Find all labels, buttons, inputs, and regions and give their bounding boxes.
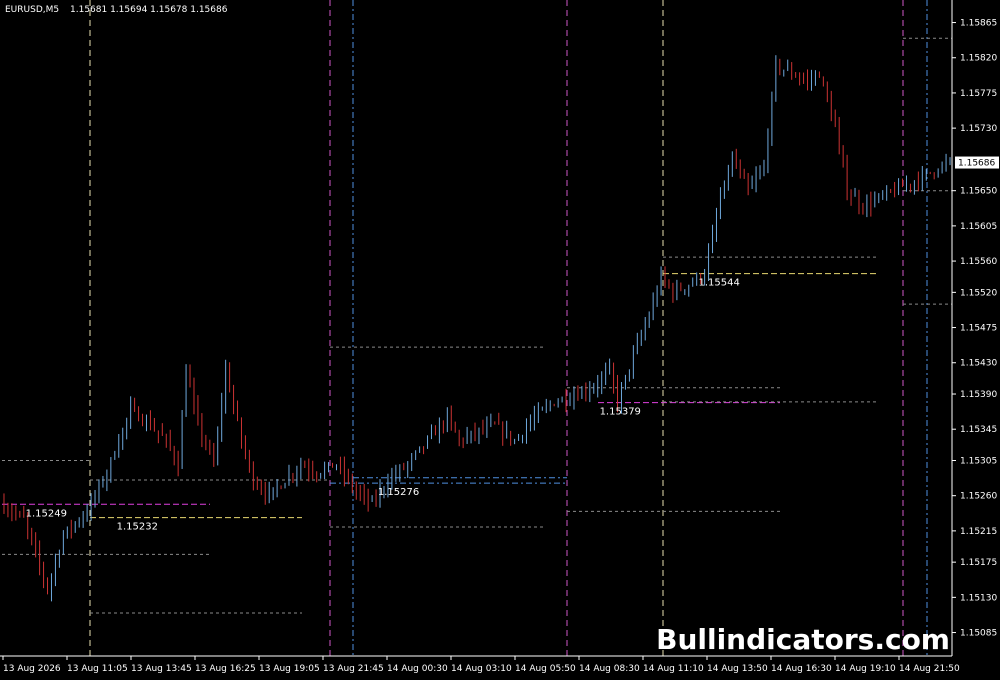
price-labels: 1.15249 1.15232 1.15276 1.15379 1.15544	[26, 278, 740, 533]
price-axis: 1.15865 1.15820 1.15775 1.15730 1.15650 1.156…	[0, 0, 999, 657]
y-tick-label: 1.15730	[960, 124, 997, 134]
x-tick-label: 14 Aug 03:10	[451, 664, 512, 674]
candles	[3, 55, 951, 602]
y-tick-label: 1.15305	[960, 456, 997, 466]
x-tick-label: 14 Aug 08:30	[579, 664, 640, 674]
x-tick-label: 14 Aug 05:50	[515, 664, 576, 674]
y-tick-label: 1.15520	[960, 288, 997, 298]
watermark-text: Bullindicators.com	[656, 623, 950, 656]
y-tick-label: 1.15475	[960, 324, 997, 334]
y-tick-label: 1.15605	[960, 222, 997, 232]
price-level-label: 1.15379	[600, 407, 641, 418]
y-tick-label: 1.15430	[960, 359, 997, 369]
x-tick-label: 13 Aug 21:45	[323, 664, 384, 674]
price-level-label: 1.15249	[26, 508, 67, 519]
symbol-label: EURUSD,M5	[5, 5, 59, 15]
x-tick-label: 14 Aug 16:30	[771, 664, 832, 674]
x-tick-label: 13 Aug 19:05	[259, 664, 320, 674]
x-tick-label: 13 Aug 2026	[3, 664, 61, 674]
price-level-label: 1.15232	[117, 522, 158, 533]
chart-window[interactable]: 1.15249 1.15232 1.15276 1.15379 1.15544 1.15…	[0, 0, 1000, 680]
x-tick-label: 14 Aug 00:30	[387, 664, 448, 674]
x-tick-label: 13 Aug 16:25	[195, 664, 256, 674]
y-tick-label: 1.15085	[960, 629, 997, 639]
x-tick-label: 14 Aug 19:10	[835, 664, 896, 674]
price-level-label: 1.15544	[699, 278, 740, 289]
y-tick-label: 1.15260	[960, 492, 997, 502]
x-tick-label: 14 Aug 11:10	[643, 664, 704, 674]
y-tick-label: 1.15820	[960, 54, 997, 64]
y-tick-label: 1.15175	[960, 558, 997, 568]
y-tick-label: 1.15865	[960, 19, 997, 29]
y-tick-label: 1.15390	[960, 390, 997, 400]
x-tick-label: 14 Aug 13:50	[707, 664, 768, 674]
ohlc-readout: 1.15681 1.15694 1.15678 1.15686	[70, 5, 228, 15]
y-tick-label: 1.15650	[960, 187, 997, 197]
y-tick-label: 1.15345	[960, 425, 997, 435]
y-tick-label: 1.15775	[960, 89, 997, 99]
time-axis: 13 Aug 2026 13 Aug 11:05 13 Aug 13:45 13 Au…	[2, 656, 960, 674]
y-tick-label: 1.15130	[960, 593, 997, 603]
session-lines	[89, 0, 928, 656]
candlestick-chart[interactable]: 1.15249 1.15232 1.15276 1.15379 1.15544 1.15…	[0, 0, 1000, 680]
x-tick-label: 14 Aug 21:50	[899, 664, 960, 674]
x-tick-label: 13 Aug 13:45	[131, 664, 192, 674]
x-tick-label: 13 Aug 11:05	[67, 664, 128, 674]
y-tick-label: 1.15215	[960, 527, 997, 537]
current-price-value: 1.15686	[958, 159, 995, 169]
price-level-label: 1.15276	[378, 487, 419, 498]
y-tick-label: 1.15560	[960, 257, 997, 267]
